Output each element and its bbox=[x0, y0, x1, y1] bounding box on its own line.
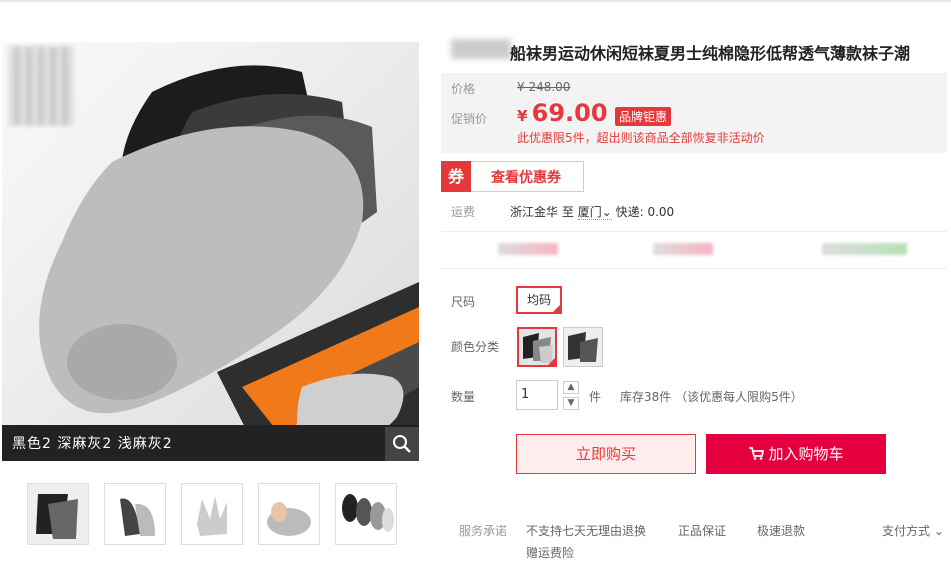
add-to-cart-label: 加入购物车 bbox=[768, 445, 844, 463]
coupon-button[interactable]: 券 查看优惠券 bbox=[441, 161, 584, 192]
payment-label: 支付方式 bbox=[882, 524, 931, 538]
add-to-cart-button[interactable]: 加入购物车 bbox=[706, 434, 886, 474]
selected-check-icon bbox=[547, 357, 555, 365]
thumbnail-4[interactable] bbox=[258, 483, 320, 545]
image-caption-bar: 黑色2 深麻灰2 浅麻灰2 bbox=[2, 425, 419, 461]
promo-price-label: 促销价 bbox=[451, 112, 488, 126]
thumbnail-5[interactable] bbox=[335, 483, 397, 545]
blurred-stat-3 bbox=[822, 243, 907, 255]
quantity-input[interactable]: 1 bbox=[516, 380, 558, 410]
image-caption-text: 黑色2 深麻灰2 浅麻灰2 bbox=[12, 436, 173, 452]
shipping-label: 运费 bbox=[451, 205, 476, 219]
chevron-down-icon: ⌄ bbox=[601, 205, 612, 219]
color-option-1-selected[interactable] bbox=[517, 327, 557, 367]
color-option-2[interactable] bbox=[563, 327, 603, 367]
currency-symbol: ¥ bbox=[517, 107, 528, 125]
service-item[interactable]: 正品保证 bbox=[678, 522, 726, 539]
coupon-text: 查看优惠券 bbox=[491, 170, 561, 186]
shipping-from: 浙江金华 bbox=[510, 205, 559, 219]
coupon-icon: 券 bbox=[441, 161, 471, 192]
promo-price-value: 69.00 bbox=[531, 99, 608, 127]
service-item[interactable]: 极速退款 bbox=[757, 522, 805, 539]
quantity-increase-button[interactable]: ▲ bbox=[563, 381, 579, 394]
thumbnail-1[interactable] bbox=[27, 483, 89, 545]
blurred-stat-2 bbox=[653, 243, 713, 255]
cart-icon bbox=[748, 435, 765, 475]
chevron-down-icon: ⌄ bbox=[933, 524, 944, 538]
divider bbox=[441, 231, 947, 232]
original-price: ¥ 248.00 bbox=[517, 80, 571, 94]
brand-logo-blurred bbox=[8, 46, 74, 126]
size-option-text: 均码 bbox=[526, 293, 551, 307]
payment-methods[interactable]: 支付方式 ⌄ bbox=[882, 522, 944, 539]
stock-info: 库存38件 （该优惠每人限购5件） bbox=[620, 390, 803, 404]
magnifier-icon bbox=[393, 435, 411, 453]
quantity-decrease-button[interactable]: ▼ bbox=[563, 397, 579, 410]
original-price-label: 价格 bbox=[451, 82, 476, 96]
zoom-button[interactable] bbox=[385, 427, 419, 461]
size-label: 尺码 bbox=[451, 295, 476, 309]
thumbnail-strip bbox=[27, 483, 407, 547]
shipping-info: 浙江金华 至 厦门⌄ 快递: 0.00 bbox=[510, 203, 674, 220]
product-title: 船袜男运动休闲短袜夏男士纯棉隐形低帮透气薄款袜子潮 bbox=[510, 44, 911, 63]
quantity-label: 数量 bbox=[451, 390, 476, 404]
service-item[interactable]: 不支持七天无理由退换 bbox=[526, 522, 646, 539]
thumbnail-3[interactable] bbox=[181, 483, 243, 545]
selected-check-icon bbox=[552, 304, 561, 313]
service-label: 服务承诺 bbox=[459, 524, 508, 538]
limit-note: 此优惠限5件，超出则该商品全部恢复非活动价 bbox=[517, 131, 765, 145]
service-item[interactable]: 赠运费险 bbox=[526, 544, 574, 561]
thumbnail-2[interactable] bbox=[104, 483, 166, 545]
shipping-method: 快递: 0.00 bbox=[615, 205, 675, 219]
color-label: 颜色分类 bbox=[451, 340, 500, 354]
promo-price: ¥ 69.00 bbox=[517, 99, 608, 127]
brand-name-blurred bbox=[451, 39, 511, 59]
size-option-selected[interactable]: 均码 bbox=[516, 286, 562, 314]
brand-deal-badge: 品牌钜惠 bbox=[615, 107, 672, 126]
blurred-stat-1 bbox=[498, 243, 558, 255]
shipping-to-word: 至 bbox=[561, 205, 574, 219]
main-product-image[interactable]: 黑色2 深麻灰2 浅麻灰2 bbox=[2, 42, 419, 461]
divider bbox=[441, 268, 947, 269]
top-divider bbox=[0, 0, 951, 2]
shipping-destination-select[interactable]: 厦门⌄ bbox=[577, 205, 612, 220]
shipping-destination: 厦门 bbox=[577, 205, 602, 219]
buy-now-button[interactable]: 立即购买 bbox=[516, 434, 696, 474]
quantity-unit: 件 bbox=[589, 390, 602, 404]
